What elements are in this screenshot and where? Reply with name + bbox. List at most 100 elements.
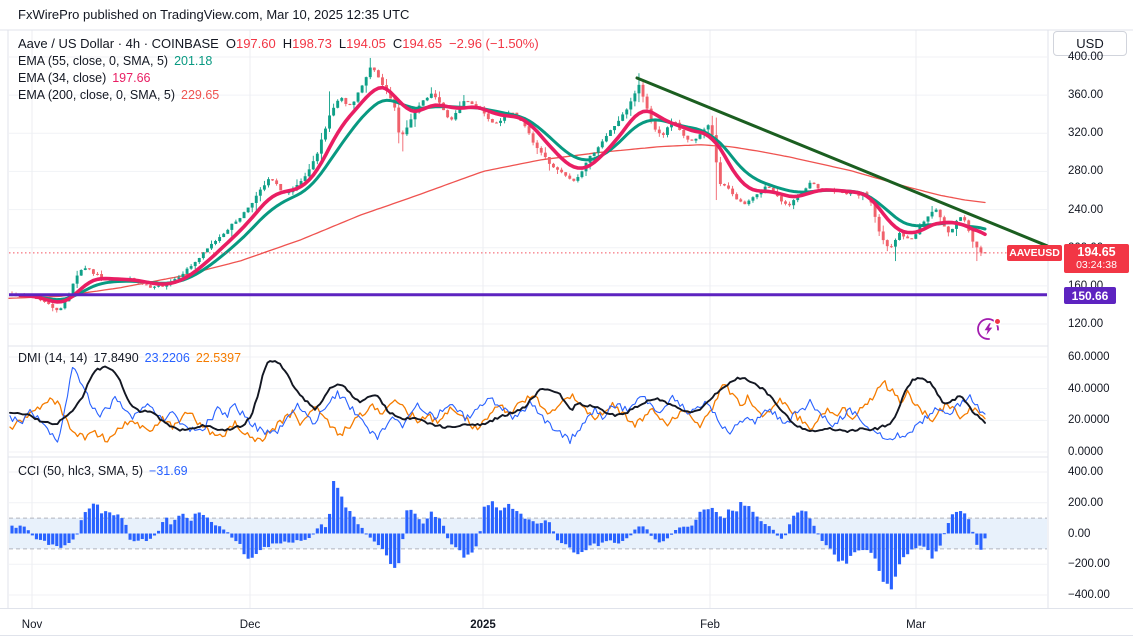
close-value: 194.65 (402, 36, 443, 51)
candle-body (641, 84, 645, 97)
cci-bar (91, 503, 95, 534)
cci-bar (767, 526, 771, 534)
time-axis[interactable]: Nov Dec 2025 Feb Mar (0, 608, 1133, 637)
ema200-legend[interactable]: EMA (200, close, 0, SMA, 5) 229.65 (18, 88, 219, 102)
cci-bar (283, 533, 287, 542)
cci-bar (230, 533, 234, 538)
cci-bar (173, 519, 177, 534)
cci-bar (698, 511, 702, 534)
candle-body (352, 101, 356, 106)
cci-bar (466, 533, 470, 555)
cci-bar (551, 531, 556, 534)
cci-bar (189, 520, 193, 534)
cci-bar (246, 533, 250, 559)
cci-bar (637, 526, 641, 534)
candle-body (450, 117, 454, 120)
candle-body (613, 125, 616, 131)
cci-bar (686, 526, 690, 534)
candle-body (979, 247, 983, 253)
price-tick-label: 240.00 (1068, 203, 1104, 216)
candle-body (633, 93, 637, 102)
candle-body (698, 134, 702, 139)
ema55-legend[interactable]: EMA (55, close, 0, SMA, 5) 201.18 (18, 54, 212, 68)
candle-body (226, 229, 230, 234)
cci-bar (43, 533, 47, 541)
candle-body (881, 231, 885, 241)
cci-bar (507, 503, 511, 534)
candle-body (210, 243, 213, 249)
cci-bar (934, 533, 938, 552)
cci-bar (568, 533, 572, 548)
price-axis[interactable]: 400.00360.00320.00280.00240.00200.00160.… (1048, 30, 1133, 608)
cci-bar (389, 533, 393, 564)
candle-body (421, 100, 425, 106)
candle-body (580, 171, 584, 178)
cci-bar (372, 533, 376, 542)
cci-bar (722, 518, 726, 534)
cci-bar (560, 533, 564, 544)
candle-body (462, 101, 466, 106)
cci-bar (938, 533, 942, 546)
cci-bar (193, 513, 197, 534)
cci-bar (592, 533, 596, 544)
cci-bar (959, 511, 963, 534)
candle-body (946, 226, 950, 233)
candle-body (75, 275, 79, 284)
candle-body (433, 93, 437, 98)
ema34-line (18, 85, 987, 304)
dmi-legend[interactable]: DMI (14, 14) 17.8490 23.2206 22.5397 (18, 351, 241, 365)
cci-bar (718, 516, 722, 534)
cci-bar (922, 533, 926, 547)
cci-bar (800, 510, 804, 534)
candle-body (666, 127, 669, 135)
cci-bar (804, 511, 808, 534)
cci-bar (132, 533, 136, 542)
cci-bar (588, 533, 592, 546)
candle-body (59, 308, 63, 311)
candle-body (148, 285, 152, 288)
candle-body (246, 207, 250, 213)
ema55-line (18, 98, 987, 302)
cci-bar (983, 533, 987, 539)
cci-bar (930, 533, 934, 559)
cci-bar (266, 533, 271, 548)
cci-bar (845, 533, 849, 564)
cci-bar (519, 513, 523, 534)
cci-bar (214, 525, 218, 534)
symbol-legend[interactable]: Aave / US Dollar · 4h · COINBASE O197.60 H… (18, 36, 539, 51)
cci-bar (352, 516, 356, 534)
last-price-label: 194.65 03:24:38 (1064, 244, 1129, 273)
price-tick-label: 320.00 (1068, 127, 1104, 140)
cci-legend[interactable]: CCI (50, hlc3, SMA, 5) −31.69 (18, 464, 188, 478)
candle-body (690, 139, 694, 141)
candle-body (963, 217, 967, 221)
cci-bar (271, 533, 275, 544)
cci-bar (47, 533, 51, 545)
ema34-legend[interactable]: EMA (34, close) 197.66 (18, 71, 150, 85)
candle-body (372, 67, 376, 71)
cci-bar (71, 533, 75, 540)
close-label: C (392, 36, 403, 51)
cci-bar (885, 533, 889, 584)
candle-body (788, 203, 792, 206)
candle-body (710, 125, 714, 136)
cci-bar (116, 514, 120, 534)
cci-tick-label: 400.00 (1068, 466, 1104, 478)
cci-bar (498, 510, 503, 534)
candle-body (889, 246, 893, 248)
candle-body (735, 194, 739, 200)
cci-bar (470, 533, 474, 553)
candle-body (319, 139, 323, 154)
candle-body (727, 185, 730, 189)
cci-bar (645, 529, 649, 534)
cci-bar (682, 526, 686, 534)
candle-body (83, 268, 87, 271)
cci-bar (197, 512, 201, 534)
cci-bar (926, 533, 930, 551)
cci-bar (572, 533, 576, 553)
lightning-boost-icon[interactable] (975, 315, 1003, 343)
cci-bar (205, 517, 209, 534)
candle-body (792, 200, 796, 206)
candle-body (950, 228, 954, 233)
cci-bar (739, 502, 743, 534)
